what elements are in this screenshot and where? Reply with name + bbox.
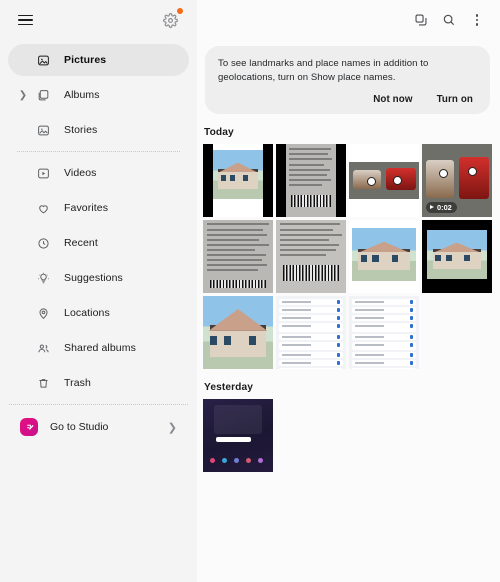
sidebar-item-trash[interactable]: Trash (8, 367, 189, 399)
sidebar-item-videos[interactable]: Videos (8, 157, 189, 189)
photo-thumbnail[interactable] (349, 143, 419, 217)
sidebar-item-label: Favorites (64, 202, 109, 214)
photo-thumbnail[interactable] (349, 219, 419, 293)
photo-thumbnail[interactable] (203, 295, 273, 369)
sidebar-item-shared-albums[interactable]: Shared albums (8, 332, 189, 364)
banner-message: To see landmarks and place names in addi… (218, 58, 429, 83)
sidebar-item-locations[interactable]: Locations (8, 297, 189, 329)
settings-notification-badge (177, 8, 183, 14)
sidebar: Pictures ❯ Albums Stories Videos Favorit… (0, 0, 197, 582)
gallery-app: Pictures ❯ Albums Stories Videos Favorit… (0, 0, 500, 582)
sidebar-item-stories[interactable]: Stories (8, 114, 189, 146)
sidebar-item-recent[interactable]: Recent (8, 227, 189, 259)
hamburger-icon (17, 14, 33, 26)
picture-icon (30, 54, 56, 67)
location-pin-icon (30, 307, 56, 320)
more-options-button[interactable] (464, 7, 490, 33)
duplicate-button[interactable] (408, 7, 434, 33)
photo-thumbnail[interactable] (276, 219, 346, 293)
sidebar-item-label: Recent (64, 237, 98, 249)
section-title-today: Today (204, 126, 234, 138)
chevron-right-icon[interactable]: ❯ (16, 90, 30, 101)
go-to-studio-button[interactable]: Go to Studio ❯ (8, 410, 189, 444)
sidebar-item-favorites[interactable]: Favorites (8, 192, 189, 224)
sidebar-item-suggestions[interactable]: Suggestions (8, 262, 189, 294)
photo-grid-today: 0:02 (197, 143, 500, 369)
sidebar-item-label: Trash (64, 377, 91, 389)
photo-thumbnail[interactable] (422, 219, 492, 293)
main-toolbar (197, 0, 500, 40)
heart-icon (30, 202, 56, 215)
video-duration-badge: 0:02 (426, 201, 457, 213)
gear-icon (162, 12, 178, 28)
sidebar-item-label: Stories (64, 124, 98, 136)
chevron-right-icon: ❯ (167, 421, 177, 434)
sidebar-nav: Pictures ❯ Albums Stories Videos Favorit… (0, 40, 197, 399)
sidebar-divider-2 (9, 404, 188, 405)
place-names-banner: To see landmarks and place names in addi… (205, 46, 490, 114)
photo-thumbnail[interactable] (203, 398, 273, 472)
studio-icon (20, 418, 38, 436)
photo-scroll-area[interactable]: Today 0:02 Yesterday (197, 114, 500, 582)
stories-icon (30, 124, 56, 137)
not-now-button[interactable]: Not now (373, 94, 412, 105)
more-options-icon (475, 13, 479, 27)
clock-icon (30, 237, 56, 250)
section-title-yesterday: Yesterday (204, 381, 254, 393)
photo-thumbnail[interactable]: 0:02 (422, 143, 492, 217)
photo-thumbnail[interactable] (349, 295, 419, 369)
video-duration: 0:02 (437, 202, 452, 212)
photo-thumbnail[interactable] (203, 219, 273, 293)
search-button[interactable] (436, 7, 462, 33)
settings-button[interactable] (157, 7, 183, 33)
duplicate-icon (415, 14, 427, 26)
play-icon (430, 205, 434, 210)
people-icon (30, 342, 56, 355)
sidebar-divider-1 (17, 151, 180, 152)
trash-icon (30, 377, 56, 390)
sidebar-item-albums[interactable]: ❯ Albums (8, 79, 189, 111)
main-content: To see landmarks and place names in addi… (197, 0, 500, 582)
lightbulb-icon (30, 272, 56, 285)
sidebar-item-pictures[interactable]: Pictures (8, 44, 189, 76)
photo-grid-yesterday (197, 398, 500, 472)
go-to-studio-label: Go to Studio (50, 421, 109, 433)
sidebar-item-label: Pictures (64, 54, 107, 66)
turn-on-button[interactable]: Turn on (437, 94, 473, 105)
sidebar-item-label: Albums (64, 89, 100, 101)
photo-thumbnail[interactable] (276, 295, 346, 369)
search-icon (443, 14, 455, 26)
sidebar-item-label: Shared albums (64, 342, 136, 354)
hamburger-menu-button[interactable] (12, 7, 38, 33)
photo-thumbnail[interactable] (276, 143, 346, 217)
sidebar-toolbar (0, 0, 197, 40)
sidebar-item-label: Videos (64, 167, 97, 179)
photo-thumbnail[interactable] (203, 143, 273, 217)
sidebar-item-label: Suggestions (64, 272, 123, 284)
sidebar-item-label: Locations (64, 307, 110, 319)
albums-icon (30, 89, 56, 102)
video-icon (30, 167, 56, 180)
banner-actions: Not now Turn on (218, 94, 477, 105)
